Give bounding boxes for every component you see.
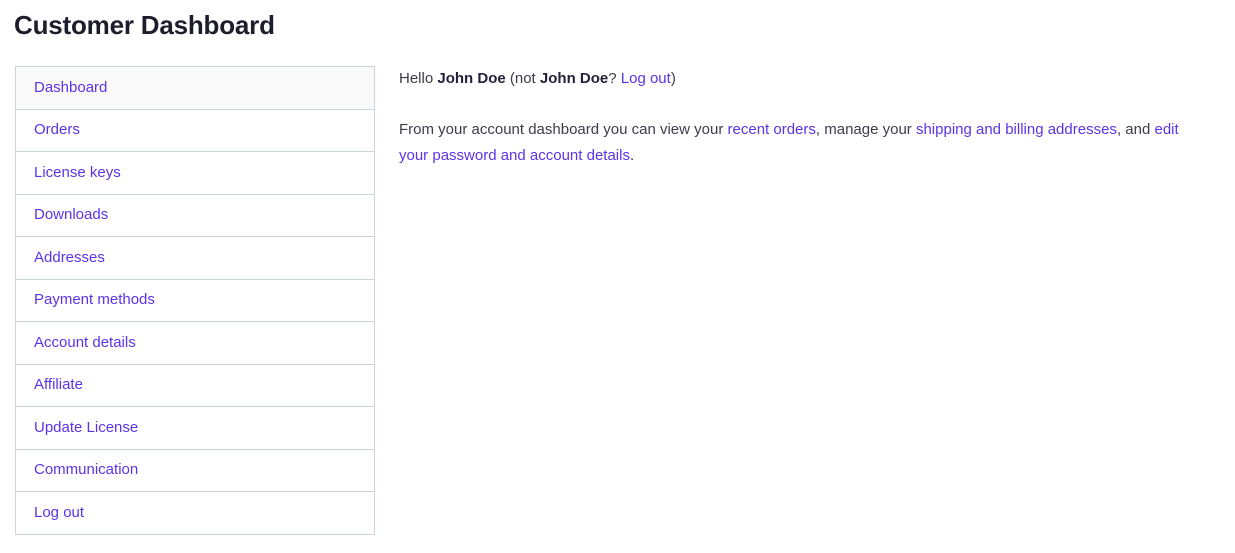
page-title: Customer Dashboard: [14, 10, 275, 40]
sidebar-item-dashboard[interactable]: Dashboard: [16, 67, 374, 110]
customer-dashboard-page: Customer Dashboard Dashboard Orders Lice…: [0, 0, 1235, 553]
sidebar-item-downloads[interactable]: Downloads: [16, 194, 374, 237]
sidebar-item-orders[interactable]: Orders: [16, 109, 374, 152]
sidebar-item-update-license[interactable]: Update License: [16, 407, 374, 450]
intro-period: .: [629, 147, 635, 164]
sidebar-item-label[interactable]: Log out: [16, 503, 84, 523]
sidebar-item-label[interactable]: License keys: [16, 163, 121, 183]
greeting-not-prefix: (not: [509, 70, 536, 87]
account-content: Hello John Doe (not John Doe? Log out) F…: [399, 60, 1209, 169]
recent-orders-link[interactable]: recent orders: [728, 121, 816, 138]
greeting-user-name: John Doe: [437, 70, 506, 87]
greeting-not-user-name: John Doe: [539, 70, 609, 87]
sidebar-item-label[interactable]: Update License: [16, 418, 138, 438]
account-navigation: Dashboard Orders License keys Downloads …: [15, 66, 375, 535]
greeting-hello-text: Hello: [399, 70, 434, 87]
sidebar-item-payment-methods[interactable]: Payment methods: [16, 279, 374, 322]
account-layout: Dashboard Orders License keys Downloads …: [0, 60, 1235, 553]
intro-paragraph: From your account dashboard you can view…: [399, 117, 1209, 169]
log-out-link[interactable]: Log out: [621, 70, 671, 87]
sidebar-item-label[interactable]: Orders: [16, 120, 80, 140]
sidebar-item-log-out[interactable]: Log out: [16, 492, 374, 535]
sidebar-item-label[interactable]: Account details: [16, 333, 136, 353]
greeting-close-paren: ): [670, 70, 676, 87]
sidebar-item-account-details[interactable]: Account details: [16, 322, 374, 365]
intro-and-text: , and: [1116, 121, 1151, 138]
sidebar-item-label[interactable]: Addresses: [16, 248, 105, 268]
sidebar-item-license-keys[interactable]: License keys: [16, 152, 374, 195]
sidebar-item-label[interactable]: Downloads: [16, 205, 108, 225]
intro-manage-text: , manage your: [815, 121, 912, 138]
sidebar-item-label[interactable]: Affiliate: [16, 375, 83, 395]
shipping-billing-addresses-link[interactable]: shipping and billing addresses: [916, 121, 1117, 138]
greeting-question-mark: ?: [608, 70, 617, 87]
sidebar-item-communication[interactable]: Communication: [16, 449, 374, 492]
greeting-paragraph: Hello John Doe (not John Doe? Log out): [399, 66, 1209, 92]
sidebar-item-addresses[interactable]: Addresses: [16, 237, 374, 280]
sidebar-item-label[interactable]: Dashboard: [16, 78, 107, 98]
sidebar-item-label[interactable]: Communication: [16, 460, 138, 480]
sidebar-item-affiliate[interactable]: Affiliate: [16, 364, 374, 407]
sidebar-item-label[interactable]: Payment methods: [16, 290, 155, 310]
intro-lead-text: From your account dashboard you can view…: [399, 121, 724, 138]
